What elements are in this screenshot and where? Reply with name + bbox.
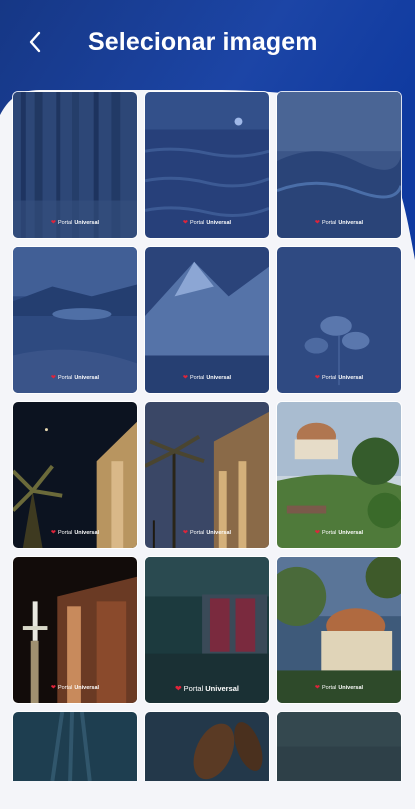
image-tile-sea-sunset[interactable]: ❤ Portal Universal [144,91,270,239]
brand-name: Portal [57,219,73,226]
brand-name-bold: Universal [74,374,100,381]
image-tile-leaves[interactable] [144,711,270,781]
brand-name-bold: Universal [206,529,232,536]
heart-icon: ❤ [182,220,188,226]
brand-watermark: ❤ Portal Universal [145,219,269,227]
chevron-left-icon [28,31,42,58]
heart-icon: ❤ [174,684,182,693]
brand-watermark: ❤ Portal Universal [13,219,137,227]
brand-name-bold: Universal [74,529,100,536]
brand-name: Portal [321,684,337,691]
brand-name: Portal [189,219,205,226]
image-tile-white-flowers[interactable]: ❤ Portal Universal [276,246,402,394]
brand-name: Portal [321,219,337,226]
image-tile-underwater-light[interactable] [12,711,138,781]
brand-name-bold: Universal [338,529,364,536]
brand-watermark: ❤ Portal Universal [13,374,137,382]
heart-icon: ❤ [314,220,320,226]
brand-name-bold: Universal [338,219,364,226]
heart-icon: ❤ [314,685,320,691]
brand-name: Portal [189,374,205,381]
image-tile-dark-texture[interactable] [276,711,402,781]
brand-watermark: ❤ Portal Universal [145,684,269,693]
brand-name: Portal [321,529,337,536]
brand-watermark: ❤ Portal Universal [13,684,137,692]
brand-watermark: ❤ Portal Universal [145,529,269,537]
heart-icon: ❤ [314,375,320,381]
image-tile-lake-mountains[interactable]: ❤ Portal Universal [12,246,138,394]
brand-name-bold: Universal [206,374,232,381]
image-tile-temple-palm-dusk[interactable]: ❤ Portal Universal [144,401,270,549]
image-grid: ❤ Portal Universal ❤ Portal Universal ❤ Porta… [12,91,404,781]
brand-name: Portal [321,374,337,381]
page-title: Selecionar imagem [88,28,318,56]
brand-watermark: ❤ Portal Universal [13,529,137,537]
brand-name: Portal [57,684,73,691]
heart-icon: ❤ [50,530,56,536]
heart-icon: ❤ [50,685,56,691]
image-tile-forest[interactable]: ❤ Portal Universal [12,91,138,239]
brand-name: Portal [57,374,73,381]
brand-name-bold: Universal [205,684,240,693]
image-tile-dome-trees[interactable]: ❤ Portal Universal [276,556,402,704]
back-button[interactable] [20,28,50,60]
brand-name: Portal [189,529,205,536]
image-tile-temple-entrance[interactable]: ❤ Portal Universal [144,556,270,704]
image-tile-waves[interactable]: ❤ Portal Universal [276,91,402,239]
image-tile-temple-night-palm[interactable]: ❤ Portal Universal [12,401,138,549]
brand-name-bold: Universal [338,684,364,691]
brand-name-bold: Universal [206,219,232,226]
image-tile-snow-mountain[interactable]: ❤ Portal Universal [144,246,270,394]
brand-name-bold: Universal [74,684,100,691]
heart-icon: ❤ [182,375,188,381]
brand-watermark: ❤ Portal Universal [145,374,269,382]
brand-watermark: ❤ Portal Universal [277,374,401,382]
brand-watermark: ❤ Portal Universal [277,219,401,227]
brand-watermark: ❤ Portal Universal [277,529,401,537]
image-tile-temple-lamp-night[interactable]: ❤ Portal Universal [12,556,138,704]
brand-name: Portal [183,684,204,693]
heart-icon: ❤ [50,220,56,226]
heart-icon: ❤ [50,375,56,381]
brand-name-bold: Universal [338,374,364,381]
brand-name-bold: Universal [74,219,100,226]
brand-watermark: ❤ Portal Universal [277,684,401,692]
heart-icon: ❤ [314,530,320,536]
heart-icon: ❤ [182,530,188,536]
brand-name: Portal [57,529,73,536]
app-header: Selecionar imagem [0,0,415,88]
image-tile-domed-building-garden[interactable]: ❤ Portal Universal [276,401,402,549]
